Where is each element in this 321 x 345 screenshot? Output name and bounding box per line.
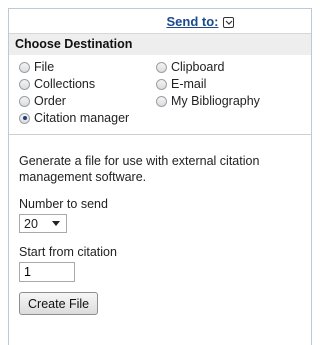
- choose-destination-title: Choose Destination: [9, 33, 311, 55]
- description-text: Generate a file for use with external ci…: [19, 154, 260, 184]
- citation-manager-form: Generate a file for use with external ci…: [9, 135, 311, 315]
- option-label: E-mail: [171, 77, 207, 91]
- option-label: Citation manager: [34, 111, 130, 125]
- option-email[interactable]: E-mail: [156, 76, 306, 92]
- select-value: 20: [24, 216, 38, 231]
- option-my-bibliography[interactable]: My Bibliography: [156, 93, 306, 109]
- radio-clipboard[interactable]: [156, 61, 167, 73]
- option-label: My Bibliography: [171, 94, 260, 108]
- start-from-citation-input[interactable]: [19, 262, 75, 282]
- option-citation-manager[interactable]: Citation manager: [19, 110, 156, 126]
- radio-citation-manager[interactable]: [19, 112, 30, 124]
- option-collections[interactable]: Collections: [19, 76, 156, 92]
- send-to-header: Send to:: [9, 9, 311, 33]
- create-file-button[interactable]: Create File: [19, 292, 99, 315]
- radio-order[interactable]: [19, 95, 30, 107]
- option-label: Collections: [34, 77, 96, 91]
- start-from-citation-label: Start from citation: [19, 245, 117, 259]
- number-to-send-label: Number to send: [19, 197, 108, 211]
- radio-collections[interactable]: [19, 78, 30, 90]
- option-order[interactable]: Order: [19, 93, 156, 109]
- destination-options: File Clipboard Collections E-mail Order …: [9, 55, 311, 132]
- dropdown-arrow-icon: [52, 221, 60, 226]
- number-to-send-select[interactable]: 20: [19, 214, 67, 233]
- option-label: File: [34, 60, 55, 74]
- chevron-down-icon[interactable]: [222, 16, 234, 28]
- radio-my-bibliography[interactable]: [156, 95, 167, 107]
- radio-email[interactable]: [156, 78, 167, 90]
- radio-file[interactable]: [19, 61, 30, 73]
- send-to-panel: Send to: Choose Destination File Clipboa…: [8, 8, 312, 345]
- option-clipboard[interactable]: Clipboard: [156, 59, 306, 75]
- option-label: Order: [34, 94, 66, 108]
- option-label: Clipboard: [171, 60, 225, 74]
- option-file[interactable]: File: [19, 59, 156, 75]
- send-to-link[interactable]: Send to:: [167, 14, 219, 29]
